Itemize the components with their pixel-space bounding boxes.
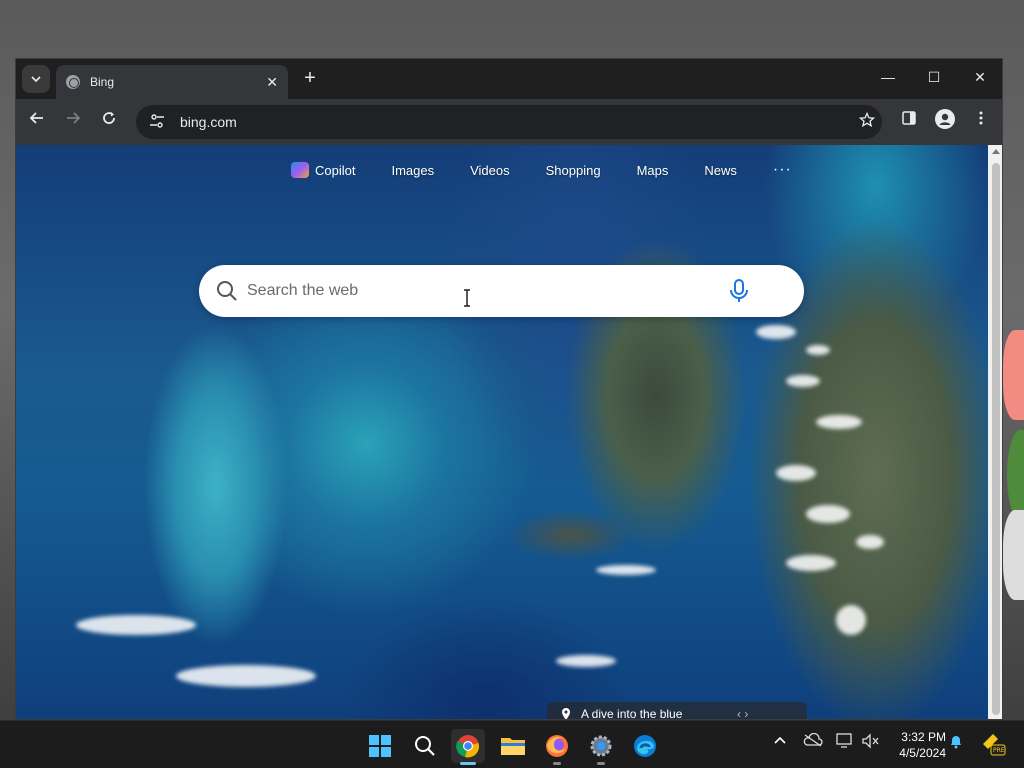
- bing-homepage: Copilot Images Videos Shopping Maps News…: [16, 145, 988, 719]
- location-pin-icon: [562, 708, 570, 719]
- badge-label: PRE: [993, 747, 1005, 754]
- nav-copilot-label[interactable]: Copilot: [315, 163, 355, 178]
- desktop-background-decor: [1003, 320, 1024, 620]
- tab-title: Bing: [90, 75, 115, 89]
- text-cursor-icon: [464, 289, 470, 307]
- profile-button[interactable]: [932, 109, 958, 135]
- edge-icon: [634, 735, 656, 757]
- taskbar-settings[interactable]: [584, 729, 618, 765]
- back-button[interactable]: [24, 109, 50, 135]
- site-settings-icon[interactable]: [148, 113, 166, 131]
- tab-close-button[interactable]: ✕: [266, 74, 278, 91]
- nav-copilot[interactable]: Copilot: [291, 162, 355, 178]
- nav-maps[interactable]: Maps: [637, 163, 669, 178]
- clock-time: 3:32 PM: [901, 730, 946, 744]
- address-text[interactable]: bing.com: [180, 114, 852, 130]
- more-options-icon[interactable]: ···: [773, 161, 792, 179]
- tab-strip: Bing ✕ + — ☐ ✕: [16, 59, 1002, 99]
- file-explorer-icon: [501, 738, 525, 755]
- copilot-icon: [291, 162, 309, 178]
- search-input[interactable]: [247, 277, 727, 305]
- forward-button[interactable]: [60, 109, 86, 135]
- search-icon: [217, 281, 237, 301]
- scrollbar-thumb[interactable]: [992, 163, 1000, 715]
- caption-nav-arrows[interactable]: ‹ ›: [737, 707, 807, 719]
- reload-icon: [103, 112, 115, 124]
- notification-bell-icon[interactable]: [948, 733, 964, 752]
- taskbar-file-explorer[interactable]: [496, 729, 530, 763]
- arrow-left-icon: [29, 112, 43, 124]
- chevron-down-icon: [31, 76, 41, 83]
- nav-shopping[interactable]: Shopping: [546, 163, 601, 178]
- scroll-up-icon[interactable]: [992, 149, 1000, 154]
- start-button[interactable]: [363, 729, 397, 763]
- more-vertical-icon: [979, 111, 983, 125]
- taskbar-search-button[interactable]: [408, 729, 442, 763]
- bookmark-star-icon[interactable]: [852, 111, 882, 133]
- clock-date: 4/5/2024: [899, 746, 946, 760]
- nav-images[interactable]: Images: [391, 163, 434, 178]
- firefox-icon: [546, 735, 568, 757]
- menu-button[interactable]: [968, 109, 994, 135]
- taskbar-clock[interactable]: 3:32 PM 4/5/2024: [890, 729, 946, 761]
- start-icon: [369, 735, 391, 757]
- search-box[interactable]: [199, 265, 804, 317]
- image-caption-bar[interactable]: A dive into the blue ‹ ›: [547, 702, 807, 719]
- taskbar-firefox[interactable]: [540, 729, 574, 765]
- tray-overflow-icon[interactable]: [773, 733, 787, 750]
- tab-search-button[interactable]: [22, 65, 50, 93]
- nav-videos[interactable]: Videos: [470, 163, 510, 178]
- arrow-right-icon: [67, 112, 81, 124]
- onedrive-icon[interactable]: [803, 732, 823, 750]
- page-scrollbar[interactable]: [988, 145, 1002, 719]
- side-panel-icon: [902, 111, 916, 125]
- search-icon: [415, 736, 435, 756]
- maximize-button[interactable]: ☐: [912, 65, 956, 89]
- address-bar[interactable]: bing.com: [136, 105, 882, 139]
- windows-taskbar: 3:32 PM 4/5/2024 PRE: [0, 720, 1024, 768]
- microphone-icon[interactable]: [727, 277, 751, 305]
- taskbar-chrome[interactable]: [451, 729, 485, 765]
- globe-icon: [66, 75, 80, 89]
- network-icon[interactable]: [835, 733, 853, 752]
- browser-toolbar: bing.com: [16, 99, 1002, 145]
- taskbar-edge[interactable]: [628, 729, 662, 763]
- insider-preview-badge: PRE: [980, 731, 1006, 760]
- chrome-window: Bing ✕ + — ☐ ✕ bing.com Copilot Images V…: [15, 58, 1003, 720]
- chrome-icon: [456, 735, 480, 758]
- volume-muted-icon[interactable]: [861, 733, 879, 752]
- reload-button[interactable]: [96, 109, 122, 135]
- settings-icon: [590, 735, 612, 757]
- minimize-button[interactable]: —: [866, 65, 910, 89]
- tab-bing[interactable]: Bing ✕: [56, 65, 288, 99]
- bing-top-nav: Copilot Images Videos Shopping Maps News…: [291, 157, 792, 183]
- image-caption[interactable]: A dive into the blue: [581, 707, 737, 719]
- profile-icon: [935, 109, 955, 129]
- side-panel-button[interactable]: [896, 109, 922, 135]
- new-tab-button[interactable]: +: [298, 67, 322, 91]
- nav-news[interactable]: News: [704, 163, 737, 178]
- close-window-button[interactable]: ✕: [958, 65, 1002, 89]
